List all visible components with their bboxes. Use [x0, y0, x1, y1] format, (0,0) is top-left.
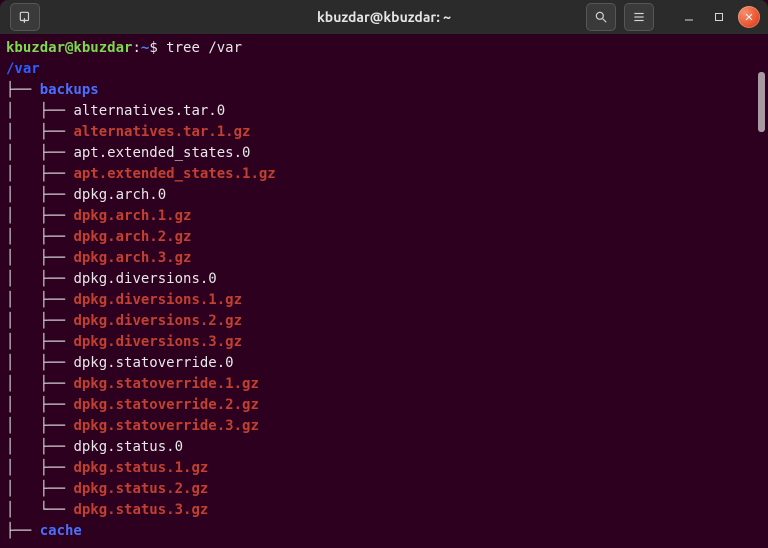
terminal-line: │ ├── dpkg.arch.2.gz [6, 227, 758, 248]
tree-branch: │ ├── [6, 145, 73, 161]
tree-branch: │ ├── [6, 229, 73, 245]
tree-branch: │ ├── [6, 334, 73, 350]
tree-entry: dpkg.statoverride.2.gz [73, 397, 258, 413]
tree-branch: │ ├── [6, 166, 73, 182]
tree-entry: dpkg.statoverride.1.gz [73, 376, 258, 392]
minimize-icon [683, 11, 695, 23]
tree-branch: ├── [6, 82, 40, 98]
tree-entry: dpkg.status.3.gz [73, 502, 208, 518]
tree-entry: dpkg.statoverride.0 [73, 355, 233, 371]
tree-entry: dpkg.arch.1.gz [73, 208, 191, 224]
tree-entry: apt.extended_states.0 [73, 145, 250, 161]
terminal-line: │ ├── dpkg.statoverride.1.gz [6, 374, 758, 395]
prompt-sep: : [132, 40, 140, 56]
tree-entry: dpkg.diversions.1.gz [73, 292, 242, 308]
scrollbar-thumb[interactable] [758, 72, 765, 132]
terminal-area[interactable]: kbuzdar@kbuzdar:~$ tree /var/var ├── back… [0, 34, 768, 535]
prompt-dollar: $ [149, 40, 166, 56]
tree-entry: dpkg.diversions.0 [73, 271, 216, 287]
tree-dir: backups [40, 82, 99, 98]
close-icon [744, 12, 754, 22]
terminal-line: │ ├── alternatives.tar.1.gz [6, 122, 758, 143]
minimize-button[interactable] [678, 6, 700, 28]
tree-branch: │ ├── [6, 208, 73, 224]
terminal-line: kbuzdar@kbuzdar:~$ tree /var [6, 38, 758, 59]
terminal-line: │ ├── dpkg.arch.3.gz [6, 248, 758, 269]
window-titlebar: kbuzdar@kbuzdar: ~ [0, 0, 768, 34]
terminal-line: │ ├── dpkg.arch.1.gz [6, 206, 758, 227]
tree-branch: │ ├── [6, 103, 73, 119]
new-tab-button[interactable] [10, 3, 40, 31]
tree-branch: │ ├── [6, 376, 73, 392]
search-button[interactable] [586, 3, 616, 31]
tree-branch: │ └── [6, 502, 73, 518]
tree-branch: │ ├── [6, 313, 73, 329]
new-tab-icon [18, 10, 32, 24]
tree-branch: ├── [6, 523, 40, 539]
tree-branch: │ ├── [6, 418, 73, 434]
tree-branch: │ ├── [6, 271, 73, 287]
terminal-line: │ ├── dpkg.status.0 [6, 437, 758, 458]
terminal-line: │ └── dpkg.status.3.gz [6, 500, 758, 521]
terminal-line: │ ├── dpkg.statoverride.2.gz [6, 395, 758, 416]
terminal-line: │ ├── apt.extended_states.1.gz [6, 164, 758, 185]
search-icon [594, 10, 608, 24]
tree-entry: alternatives.tar.1.gz [73, 124, 250, 140]
maximize-icon [713, 11, 725, 23]
tree-entry: dpkg.arch.3.gz [73, 250, 191, 266]
terminal-line: ├── backups [6, 80, 758, 101]
terminal-line: │ ├── alternatives.tar.0 [6, 101, 758, 122]
tree-branch: │ ├── [6, 187, 73, 203]
terminal-line: │ ├── dpkg.statoverride.0 [6, 353, 758, 374]
terminal-line: │ ├── dpkg.diversions.2.gz [6, 311, 758, 332]
prompt-command: tree /var [166, 40, 242, 56]
tree-entry: dpkg.statoverride.3.gz [73, 418, 258, 434]
tree-entry: dpkg.arch.0 [73, 187, 166, 203]
hamburger-icon [632, 10, 646, 24]
terminal-line: │ ├── dpkg.diversions.3.gz [6, 332, 758, 353]
terminal-line: ├── cache [6, 521, 758, 542]
terminal-line: │ ├── dpkg.arch.0 [6, 185, 758, 206]
tree-branch: │ ├── [6, 355, 73, 371]
tree-branch: │ ├── [6, 439, 73, 455]
terminal-line: │ ├── dpkg.diversions.0 [6, 269, 758, 290]
tree-entry: dpkg.diversions.2.gz [73, 313, 242, 329]
tree-entry: dpkg.arch.2.gz [73, 229, 191, 245]
tree-entry: alternatives.tar.0 [73, 103, 225, 119]
menu-button[interactable] [624, 3, 654, 31]
terminal-line: │ ├── dpkg.diversions.1.gz [6, 290, 758, 311]
tree-root: /var [6, 61, 40, 77]
tree-entry: dpkg.status.0 [73, 439, 183, 455]
terminal-line: │ ├── dpkg.statoverride.3.gz [6, 416, 758, 437]
terminal-line: │ ├── apt.extended_states.0 [6, 143, 758, 164]
tree-entry: apt.extended_states.1.gz [73, 166, 275, 182]
prompt-userhost: kbuzdar@kbuzdar [6, 40, 132, 56]
maximize-button[interactable] [708, 6, 730, 28]
tree-branch: │ ├── [6, 250, 73, 266]
tree-dir: cache [40, 523, 82, 539]
tree-branch: │ ├── [6, 124, 73, 140]
tree-branch: │ ├── [6, 481, 73, 497]
tree-branch: │ ├── [6, 397, 73, 413]
tree-entry: dpkg.status.2.gz [73, 481, 208, 497]
terminal-line: │ ├── dpkg.status.1.gz [6, 458, 758, 479]
tree-entry: dpkg.status.1.gz [73, 460, 208, 476]
tree-branch: │ ├── [6, 460, 73, 476]
terminal-line: │ ├── dpkg.status.2.gz [6, 479, 758, 500]
terminal-line: /var [6, 59, 758, 80]
tree-entry: dpkg.diversions.3.gz [73, 334, 242, 350]
tree-branch: │ ├── [6, 292, 73, 308]
close-button[interactable] [738, 6, 760, 28]
